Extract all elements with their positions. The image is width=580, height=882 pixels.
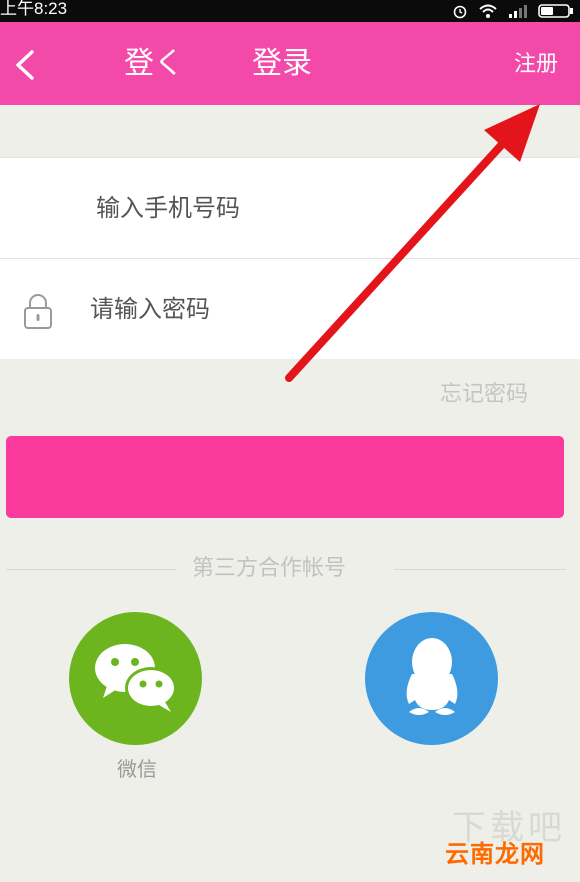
- signal-icon: [509, 5, 527, 18]
- phone-field[interactable]: 输入手机号码: [0, 157, 580, 258]
- password-field[interactable]: 请输入密码: [0, 258, 580, 359]
- page-title: 登录: [252, 46, 312, 81]
- status-bar: 上午8:23: [0, 0, 580, 22]
- forgot-password-link[interactable]: 忘记密码: [440, 380, 528, 410]
- header-bar: 登く 登录 注册: [0, 22, 580, 105]
- divider-left: [6, 569, 176, 570]
- qq-icon: [406, 638, 458, 715]
- third-party-divider-text: 第三方合作帐号: [192, 556, 347, 581]
- wifi-icon: [479, 4, 497, 18]
- divider-right: [394, 569, 566, 570]
- status-icons: [452, 0, 574, 22]
- status-time: 上午8:23: [0, 0, 68, 18]
- ghost-title: 登く: [124, 46, 184, 81]
- chevron-left-icon[interactable]: [12, 49, 40, 81]
- battery-icon: [538, 4, 573, 18]
- wechat-icon: [95, 644, 177, 712]
- register-button[interactable]: 注册: [514, 50, 558, 80]
- qq-login-button[interactable]: [365, 612, 498, 745]
- watermark: 云南龙网: [445, 840, 545, 868]
- wechat-label: 微信: [117, 757, 157, 781]
- lock-icon: [24, 294, 52, 329]
- phone-placeholder: 输入手机号码: [96, 194, 240, 222]
- wechat-login-button[interactable]: [69, 612, 202, 745]
- login-button[interactable]: [6, 436, 564, 518]
- alarm-icon: [453, 5, 467, 19]
- password-placeholder: 请输入密码: [90, 295, 210, 323]
